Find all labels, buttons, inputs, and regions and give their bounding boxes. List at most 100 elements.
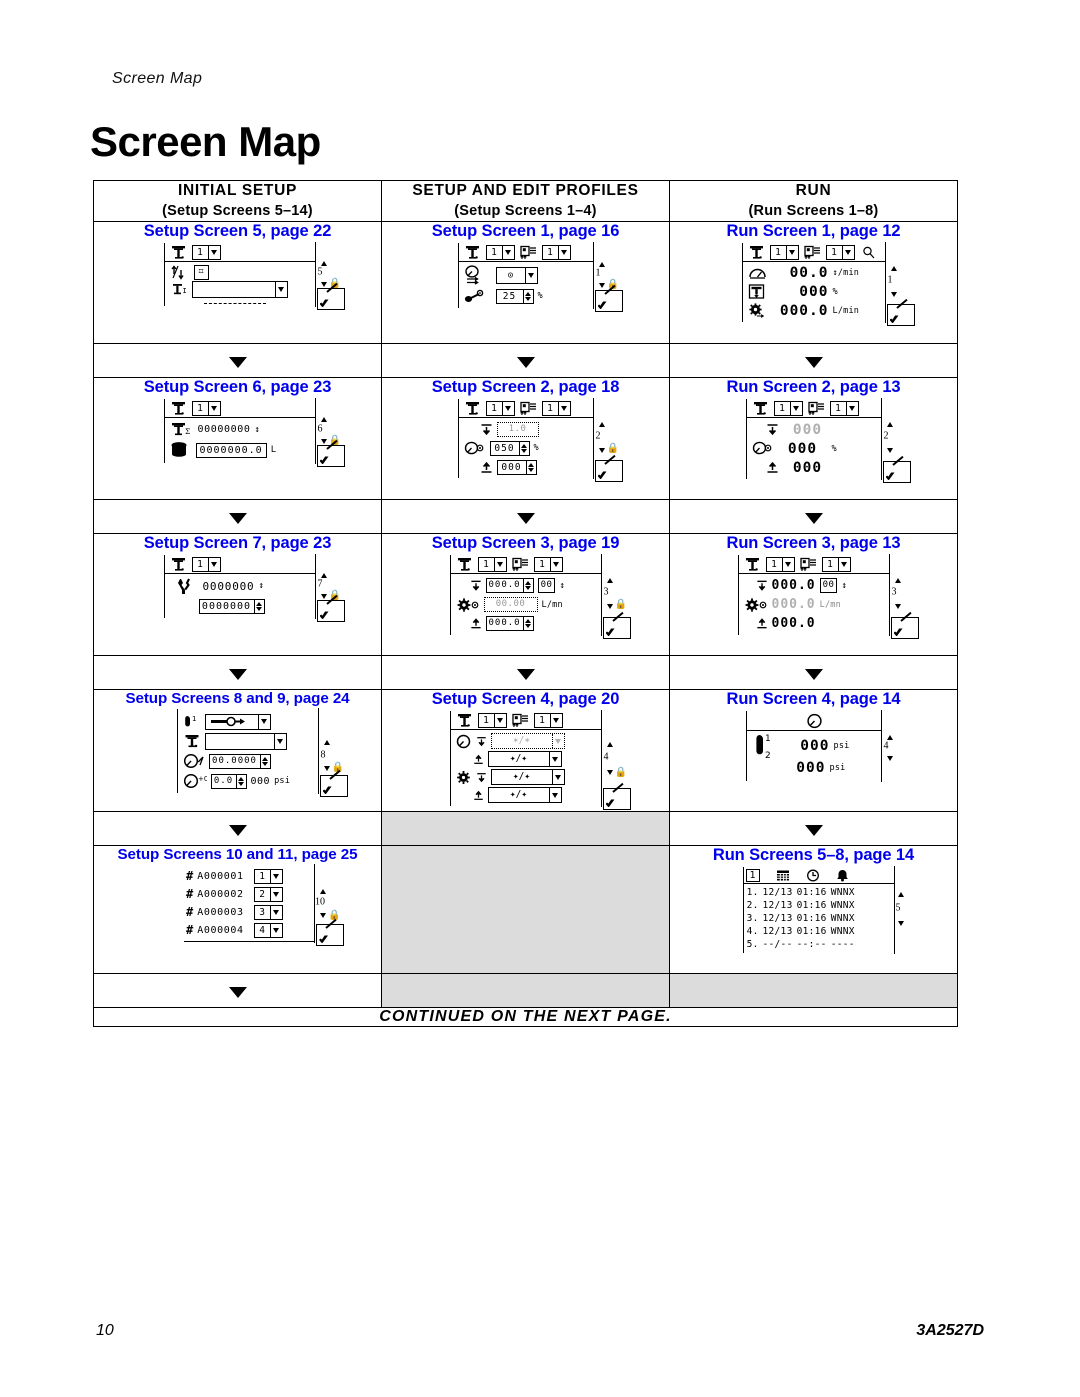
edit-pencil-icon[interactable] bbox=[594, 460, 623, 483]
chevron-down-icon[interactable] bbox=[837, 558, 850, 572]
stepper-arrows-icon[interactable] bbox=[259, 754, 270, 768]
percent-stepper[interactable]: 25 bbox=[495, 288, 534, 304]
stepper-arrows-icon[interactable] bbox=[253, 599, 264, 613]
scroll-down-icon[interactable] bbox=[606, 604, 613, 610]
value-stepper[interactable]: 000.0 bbox=[485, 578, 534, 594]
pump-selector-dropdown[interactable]: 1 bbox=[191, 557, 221, 573]
chevron-down-icon[interactable] bbox=[549, 714, 562, 728]
chevron-down-icon[interactable] bbox=[781, 558, 794, 572]
profile-selector-dropdown[interactable]: 1 bbox=[533, 557, 563, 573]
pump-selector-dropdown[interactable]: 1 bbox=[485, 401, 515, 417]
scroll-down-icon[interactable] bbox=[598, 447, 605, 453]
chevron-down-icon[interactable] bbox=[269, 905, 282, 919]
edit-pencil-icon[interactable] bbox=[890, 617, 919, 640]
profile-selector-dropdown[interactable]: 1 bbox=[821, 557, 851, 573]
value-stepper[interactable]: 000.0 bbox=[485, 616, 534, 632]
edit-pencil-icon[interactable] bbox=[316, 924, 344, 947]
scroll-up-icon[interactable] bbox=[606, 741, 613, 747]
chevron-down-icon[interactable] bbox=[845, 402, 858, 416]
cell-link-title[interactable]: Setup Screens 10 and 11, page 25 bbox=[94, 846, 381, 863]
log-index-field[interactable]: 1 bbox=[745, 869, 761, 883]
stepper-arrows-icon[interactable] bbox=[525, 460, 536, 474]
scroll-up-icon[interactable] bbox=[598, 261, 605, 267]
cell-link-title[interactable]: Setup Screen 5, page 22 bbox=[94, 222, 381, 241]
chevron-down-icon[interactable] bbox=[557, 402, 570, 416]
cell-link-title[interactable]: Setup Screen 2, page 18 bbox=[382, 378, 669, 397]
edit-pencil-icon[interactable] bbox=[886, 304, 915, 327]
offset-stepper[interactable]: 0.0 bbox=[210, 773, 247, 789]
chevron-down-icon[interactable] bbox=[548, 752, 561, 767]
scroll-down-icon[interactable] bbox=[886, 448, 893, 454]
scroll-down-icon[interactable] bbox=[320, 281, 327, 287]
cell-link-title[interactable]: Setup Screen 4, page 20 bbox=[382, 690, 669, 709]
chevron-down-icon[interactable] bbox=[501, 402, 514, 416]
pump-selector-dropdown[interactable]: 1 bbox=[773, 401, 803, 417]
counter-stepper[interactable]: 0000000 bbox=[198, 598, 265, 614]
scroll-up-icon[interactable] bbox=[320, 417, 327, 423]
scroll-down-icon[interactable] bbox=[897, 920, 904, 926]
cell-link-title[interactable]: Run Screens 5–8, page 14 bbox=[670, 846, 957, 865]
edit-pencil-icon[interactable] bbox=[319, 775, 348, 798]
slot-dropdown[interactable]: 3 bbox=[253, 904, 283, 920]
value-stepper[interactable]: 000 bbox=[496, 459, 537, 475]
alarm-dropdown[interactable]: ✦/✦ bbox=[487, 751, 562, 768]
chevron-down-icon[interactable] bbox=[269, 887, 282, 901]
scroll-up-icon[interactable] bbox=[320, 573, 327, 579]
pump-dropdown[interactable] bbox=[204, 732, 287, 750]
secondary-field[interactable]: 00 bbox=[537, 578, 556, 594]
pump-selector-dropdown[interactable]: 1 bbox=[765, 557, 795, 573]
scroll-up-icon[interactable] bbox=[894, 577, 901, 583]
volume-field[interactable]: 0000000.0 bbox=[195, 442, 267, 458]
percent-stepper[interactable]: 050 bbox=[489, 440, 530, 456]
edit-pencil-icon[interactable] bbox=[594, 290, 623, 313]
slot-dropdown[interactable]: 1 bbox=[253, 868, 283, 884]
alarm-dropdown[interactable]: ✶/✶ bbox=[490, 733, 565, 750]
chevron-down-icon[interactable] bbox=[269, 923, 282, 937]
ratio-stepper[interactable]: 00.0000 bbox=[208, 753, 271, 769]
stepper-arrows-icon[interactable] bbox=[235, 774, 246, 788]
profile-selector-dropdown[interactable]: 1 bbox=[541, 401, 571, 417]
profile-selector-dropdown[interactable]: 1 bbox=[829, 401, 859, 417]
chevron-down-icon[interactable] bbox=[207, 402, 220, 416]
chevron-down-icon[interactable] bbox=[548, 788, 561, 803]
cell-link-title[interactable]: Setup Screen 7, page 23 bbox=[94, 534, 381, 553]
scroll-down-icon[interactable] bbox=[894, 604, 901, 610]
edit-pencil-icon[interactable] bbox=[882, 461, 911, 484]
scroll-up-icon[interactable] bbox=[886, 735, 893, 741]
cell-link-title[interactable]: Setup Screens 8 and 9, page 24 bbox=[94, 690, 381, 707]
scroll-down-icon[interactable] bbox=[886, 756, 893, 762]
edit-pencil-icon[interactable] bbox=[602, 788, 631, 811]
scroll-down-icon[interactable] bbox=[890, 291, 897, 297]
pump-selector-dropdown[interactable]: 1 bbox=[477, 713, 507, 729]
scroll-up-icon[interactable] bbox=[323, 739, 330, 745]
cell-link-title[interactable]: Setup Screen 1, page 16 bbox=[382, 222, 669, 241]
chevron-down-icon[interactable] bbox=[549, 558, 562, 572]
cell-link-title[interactable]: Run Screen 3, page 13 bbox=[670, 534, 957, 553]
cell-link-title[interactable]: Setup Screen 3, page 19 bbox=[382, 534, 669, 553]
unit-field[interactable]: ⌗ bbox=[193, 265, 210, 281]
chevron-down-icon[interactable] bbox=[551, 770, 564, 785]
cell-link-title[interactable]: Run Screen 4, page 14 bbox=[670, 690, 957, 709]
scroll-up-icon[interactable] bbox=[320, 261, 327, 267]
chevron-down-icon[interactable] bbox=[493, 714, 506, 728]
chevron-down-icon[interactable] bbox=[501, 246, 514, 260]
scroll-down-icon[interactable] bbox=[320, 438, 327, 444]
edit-pencil-icon[interactable] bbox=[316, 288, 345, 311]
profile-selector-dropdown[interactable]: 1 bbox=[533, 713, 563, 729]
magnifier-icon[interactable] bbox=[862, 246, 876, 260]
cell-link-title[interactable]: Run Screen 2, page 13 bbox=[670, 378, 957, 397]
stepper-arrows-icon[interactable] bbox=[522, 579, 533, 593]
profile-selector-dropdown[interactable]: 1 bbox=[825, 245, 855, 261]
chevron-down-icon[interactable] bbox=[207, 246, 220, 260]
chevron-down-icon[interactable] bbox=[257, 714, 270, 729]
edit-pencil-icon[interactable] bbox=[316, 600, 345, 623]
chevron-down-icon[interactable] bbox=[493, 558, 506, 572]
alarm-dropdown[interactable]: ✦/✦ bbox=[487, 787, 562, 804]
stepper-arrows-icon[interactable] bbox=[522, 617, 533, 631]
pump-selector-dropdown[interactable]: 1 bbox=[485, 245, 515, 261]
scroll-down-icon[interactable] bbox=[606, 770, 613, 776]
edit-pencil-icon[interactable] bbox=[602, 617, 631, 640]
chevron-down-icon[interactable] bbox=[274, 282, 287, 298]
edit-pencil-icon[interactable] bbox=[316, 445, 345, 468]
scroll-up-icon[interactable] bbox=[598, 421, 605, 427]
